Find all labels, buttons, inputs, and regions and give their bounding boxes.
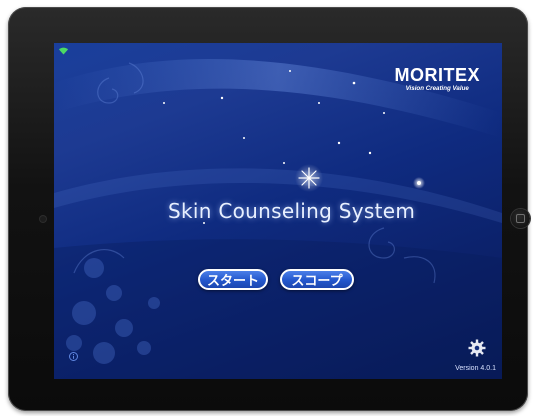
wifi-icon <box>59 47 68 55</box>
brand-tagline: Vision Creating Value <box>405 85 469 92</box>
home-button-icon <box>516 214 525 223</box>
brand-logo: MORITEX Vision Creating Value <box>394 65 480 93</box>
front-camera <box>40 216 46 222</box>
gear-icon[interactable] <box>468 339 486 357</box>
home-button[interactable] <box>511 209 530 228</box>
brand-name: MORITEX <box>394 65 480 85</box>
start-button[interactable]: スタート <box>198 269 268 290</box>
app-screen: MORITEX Vision Creating Value Skin Couns… <box>54 43 502 379</box>
info-icon[interactable] <box>69 352 78 361</box>
app-title: Skin Counseling System <box>168 199 416 223</box>
scope-button[interactable]: スコープ <box>280 269 354 290</box>
version-label: Version 4.0.1 <box>455 365 496 372</box>
